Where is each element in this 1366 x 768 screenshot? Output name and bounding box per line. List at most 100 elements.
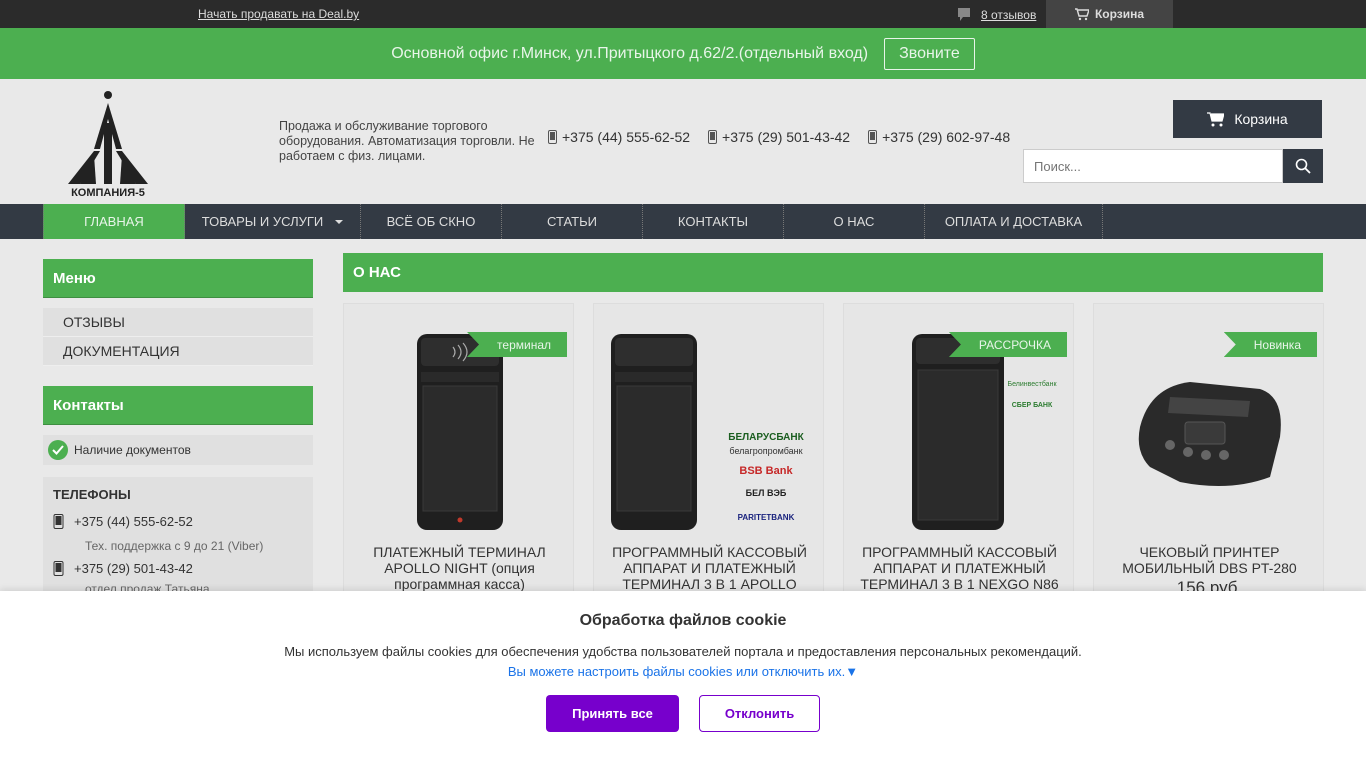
nav-item-skno[interactable]: ВСЁ ОБ СКНО — [361, 204, 502, 239]
bank-logo-sberbank: СБЕР БАНК — [1012, 402, 1053, 409]
nav-item-articles[interactable]: СТАТЬИ — [502, 204, 643, 239]
mobile-phone-icon — [53, 561, 64, 576]
header-phone-1-number: +375 (44) 555-62-52 — [562, 129, 691, 145]
nav-item-products[interactable]: ТОВАРЫ И УСЛУГИ — [185, 204, 361, 239]
nav-item-home[interactable]: ГЛАВНАЯ — [43, 204, 185, 239]
sidebar-phone-number: +375 (29) 501-43-42 — [74, 561, 193, 576]
product-image[interactable]: Белинвестбанк СБЕР БАНК — [844, 329, 1075, 534]
office-bar: Основной офис г.Минск, ул.Притыцкого д.6… — [0, 28, 1366, 79]
product-badge: РАССРОЧКА — [948, 332, 1067, 357]
bank-logo-belarusbank: БЕЛАРУСБАНК — [728, 432, 804, 443]
product-card[interactable]: БЕЛАРУСБАНК белагропромбанк BSB Bank БЕЛ… — [593, 303, 825, 608]
page-title: О НАС — [343, 253, 1323, 292]
bank-logo-belinvestbank: Белинвестбанк — [1007, 380, 1057, 388]
nav-item-label: ВСЁ ОБ СКНО — [386, 214, 476, 229]
comment-icon — [958, 8, 970, 21]
cookie-text: Мы используем файлы cookies для обеспече… — [284, 644, 1082, 659]
nav-item-label: ОПЛАТА И ДОСТАВКА — [944, 214, 1083, 229]
product-title[interactable]: ПЛАТЕЖНЫЙ ТЕРМИНАЛ APOLLO NIGHT (опция п… — [354, 544, 565, 592]
header-phone-2[interactable]: +375 (29) 501-43-42 — [708, 129, 850, 145]
cookie-title: Обработка файлов cookie — [579, 612, 787, 629]
header-cart-label: Корзина — [1234, 111, 1288, 127]
payment-terminal-image: Белинвестбанк СБЕР БАНК — [912, 333, 1057, 530]
product-image[interactable]: БЕЛАРУСБАНК белагропромбанк BSB Bank БЕЛ… — [594, 329, 825, 534]
search-button[interactable] — [1283, 149, 1323, 183]
mobile-phone-icon — [53, 514, 64, 529]
header-cart-button[interactable]: Корзина — [1173, 100, 1322, 138]
nav-item-label: ТОВАРЫ И УСЛУГИ — [201, 214, 324, 229]
bank-logo-paritetbank: PARITETBANK — [738, 513, 795, 522]
sidebar-phone-note: Тех. поддержка с 9 до 21 (Viber) — [85, 539, 264, 553]
office-address: Основной офис г.Минск, ул.Притыцкого д.6… — [391, 44, 869, 62]
product-card[interactable]: терминал ПЛАТЕЖНЫЙ ТЕРМИНАЛ APOLLO NIGHT… — [343, 303, 574, 603]
receipt-printer-image — [1138, 381, 1281, 486]
logo-mark-icon — [68, 91, 148, 184]
payment-terminal-image — [416, 333, 503, 530]
mobile-phone-icon — [548, 130, 557, 144]
bank-logo-belagroprombank: белагропромбанк — [729, 446, 802, 456]
header-phone-1[interactable]: +375 (44) 555-62-52 — [548, 129, 690, 145]
cookie-buttons: Принять все Отклонить — [0, 695, 1366, 732]
payment-terminal-image: БЕЛАРУСБАНК белагропромбанк BSB Bank БЕЛ… — [611, 333, 805, 530]
product-badge: Новинка — [1223, 332, 1317, 357]
search-icon — [1295, 158, 1311, 174]
product-grid: терминал ПЛАТЕЖНЫЙ ТЕРМИНАЛ APOLLO NIGHT… — [343, 303, 1324, 608]
sidebar-phones: ТЕЛЕФОНЫ +375 (44) 555-62-52 Тех. поддер… — [43, 477, 313, 597]
chevron-down-icon[interactable] — [335, 219, 344, 224]
product-title[interactable]: ЧЕКОВЫЙ ПРИНТЕР МОБИЛЬНЫЙ DBS PT-280 — [1104, 544, 1315, 576]
sidebar-item-reviews[interactable]: ОТЗЫВЫ — [43, 308, 313, 337]
nav-item-contacts[interactable]: КОНТАКТЫ — [643, 204, 784, 239]
check-icon — [48, 440, 68, 460]
product-image[interactable] — [344, 329, 575, 534]
cart-icon — [1207, 111, 1225, 126]
nav-item-label: О НАС — [833, 214, 875, 229]
header-phones: +375 (44) 555-62-52 +375 (29) 501-43-42 … — [548, 129, 1010, 145]
sidebar-menu-title: Меню — [43, 259, 313, 298]
product-badge: терминал — [467, 332, 567, 357]
cookie-banner: Обработка файлов cookie Мы используем фа… — [0, 591, 1366, 768]
nav-item-about[interactable]: О НАС — [784, 204, 925, 239]
sidebar-phone-note-row: Тех. поддержка с 9 до 21 (Viber) — [53, 535, 303, 561]
mobile-phone-icon — [868, 130, 878, 144]
product-card[interactable]: Белинвестбанк СБЕР БАНК РАССРОЧКА ПРОГРА… — [843, 303, 1074, 603]
documents-badge: Наличие документов — [43, 435, 313, 465]
reject-button[interactable]: Отклонить — [699, 695, 820, 732]
company-tagline: Продажа и обслуживание торгового оборудо… — [279, 119, 535, 163]
call-button[interactable]: Звоните — [884, 37, 975, 70]
header-phone-3[interactable]: +375 (29) 602-97-48 — [868, 129, 1010, 145]
sidebar: Меню ОТЗЫВЫ ДОКУМЕНТАЦИЯ Контакты Наличи… — [43, 259, 313, 597]
top-cart-label: Корзина — [1094, 7, 1145, 21]
sidebar-phones-label: ТЕЛЕФОНЫ — [53, 487, 131, 502]
search-form — [1023, 149, 1323, 183]
site-header: КОМПАНИЯ-5 Продажа и обслуживание торгов… — [0, 79, 1366, 204]
sidebar-phone-row[interactable]: +375 (29) 501-43-42 — [53, 561, 303, 576]
start-selling-link[interactable]: Начать продавать на Deal.by — [198, 7, 359, 21]
nav-item-payment-delivery[interactable]: ОПЛАТА И ДОСТАВКА — [925, 204, 1103, 239]
mobile-phone-icon — [708, 130, 718, 144]
top-bar: Начать продавать на Deal.by 8 отзывов Ко… — [0, 0, 1366, 28]
sidebar-phone-number: +375 (44) 555-62-52 — [74, 514, 193, 529]
sidebar-contacts: Контакты Наличие документов ТЕЛЕФОНЫ +37… — [43, 386, 313, 597]
sidebar-phone-row[interactable]: +375 (44) 555-62-52 — [53, 514, 303, 529]
product-title[interactable]: ПРОГРАММНЫЙ КАССОВЫЙ АППАРАТ И ПЛАТЕЖНЫЙ… — [854, 544, 1065, 592]
main-content: О НАС терминал ПЛАТЕЖНЫЙ ТЕРМИНАЛ APOLLO… — [343, 253, 1324, 608]
cookie-settings-link[interactable]: Вы можете настроить файлы cookies или от… — [0, 664, 1366, 679]
sidebar-item-documentation[interactable]: ДОКУМЕНТАЦИЯ — [43, 337, 313, 366]
product-image[interactable] — [1094, 329, 1325, 534]
logo-name: КОМПАНИЯ-5 — [71, 187, 145, 199]
bank-logo-bsb: BSB Bank — [739, 465, 793, 477]
reviews-label: 8 отзывов — [981, 8, 1037, 22]
search-input[interactable] — [1023, 149, 1283, 183]
bank-logo-belveb: БЕЛ ВЭБ — [746, 488, 787, 498]
nav-item-label: КОНТАКТЫ — [677, 214, 749, 229]
documents-badge-label: Наличие документов — [74, 443, 191, 457]
accept-all-button[interactable]: Принять все — [546, 695, 679, 732]
product-card[interactable]: Новинка ЧЕКОВЫЙ ПРИНТЕР МОБИЛЬНЫЙ DBS PT… — [1093, 303, 1324, 603]
reviews-link[interactable]: 8 отзывов — [957, 7, 1036, 23]
sidebar-menu: ОТЗЫВЫ ДОКУМЕНТАЦИЯ — [43, 308, 313, 366]
sidebar-contacts-title: Контакты — [43, 386, 313, 425]
nav-item-label: СТАТЬИ — [547, 214, 597, 229]
nav-item-label: ГЛАВНАЯ — [84, 214, 144, 229]
top-cart-button[interactable]: Корзина — [1046, 0, 1173, 28]
company-logo[interactable]: КОМПАНИЯ-5 — [66, 89, 150, 199]
